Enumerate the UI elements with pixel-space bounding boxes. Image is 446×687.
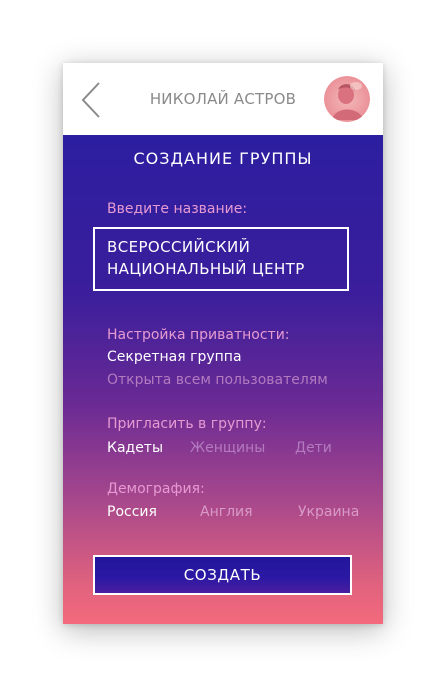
privacy-option-secret[interactable]: Секретная группа bbox=[107, 349, 242, 365]
demography-label: Демография: bbox=[107, 481, 205, 497]
phone-screen: НИКОЛАЙ АСТРОВ СОЗДАНИЕ ГРУППЫ Введите н… bbox=[63, 63, 383, 624]
group-name-input[interactable]: ВСЕРОССИЙСКИЙ НАЦИОНАЛЬНЫЙ ЦЕНТР bbox=[93, 227, 349, 291]
chevron-left-icon bbox=[81, 82, 100, 118]
demography-option-england[interactable]: Англия bbox=[200, 504, 253, 520]
create-group-panel: СОЗДАНИЕ ГРУППЫ Введите название: ВСЕРОС… bbox=[63, 135, 383, 624]
name-label: Введите название: bbox=[107, 201, 248, 217]
demography-option-russia[interactable]: Россия bbox=[107, 504, 157, 520]
privacy-label: Настройка приватности: bbox=[107, 327, 290, 343]
app-header: НИКОЛАЙ АСТРОВ bbox=[63, 63, 383, 135]
back-button[interactable] bbox=[77, 81, 107, 119]
user-name-title: НИКОЛАЙ АСТРОВ bbox=[149, 90, 297, 108]
group-name-line-2: НАЦИОНАЛЬНЫЙ ЦЕНТР bbox=[107, 260, 305, 278]
avatar[interactable] bbox=[324, 76, 370, 122]
privacy-option-open[interactable]: Открыта всем пользователям bbox=[107, 372, 328, 388]
invite-option-children[interactable]: Дети bbox=[295, 440, 332, 456]
create-button[interactable]: СОЗДАТЬ bbox=[93, 555, 352, 595]
group-name-line-1: ВСЕРОССИЙСКИЙ bbox=[107, 238, 251, 256]
invite-option-women[interactable]: Женщины bbox=[190, 440, 265, 456]
demography-option-ukraine[interactable]: Украина bbox=[298, 504, 359, 520]
invite-option-cadets[interactable]: Кадеты bbox=[107, 440, 163, 456]
page-title: СОЗДАНИЕ ГРУППЫ bbox=[133, 149, 313, 168]
user-avatar-icon bbox=[324, 76, 370, 122]
invite-label: Пригласить в группу: bbox=[107, 416, 267, 432]
